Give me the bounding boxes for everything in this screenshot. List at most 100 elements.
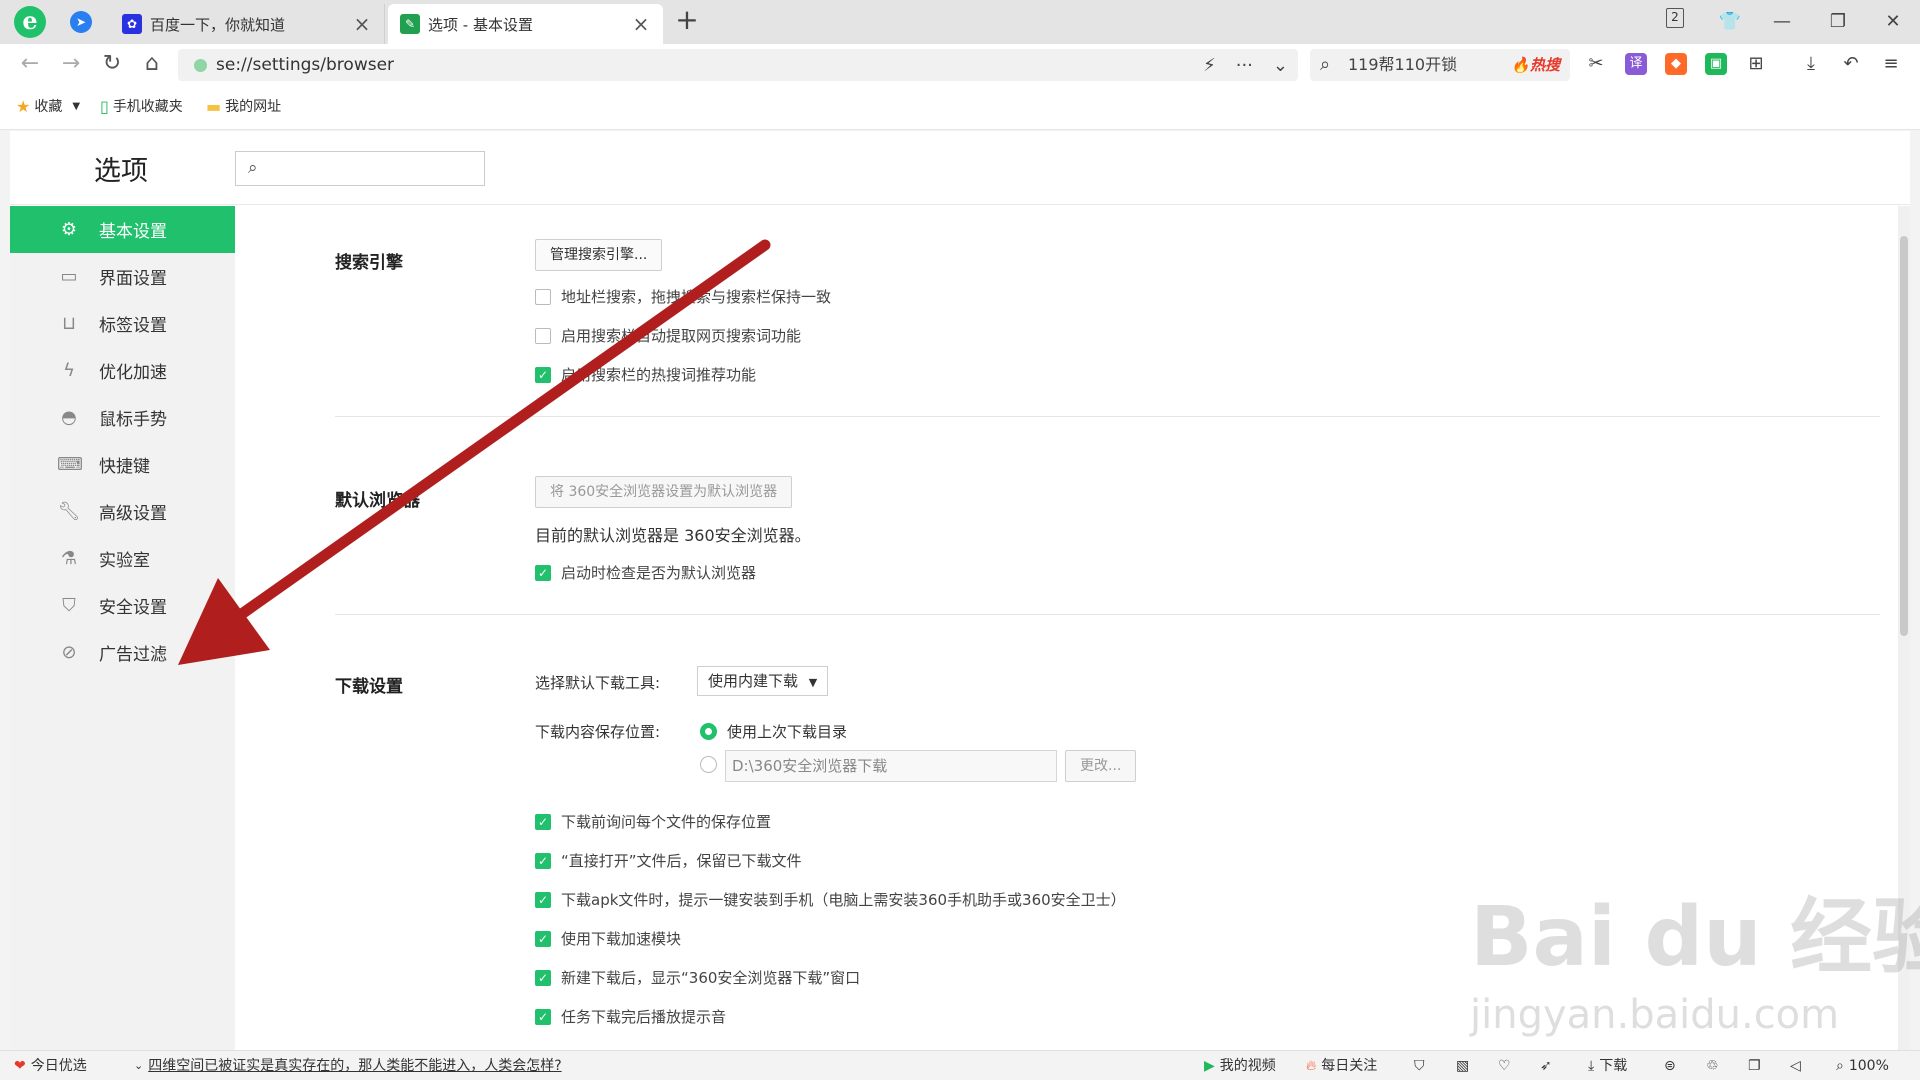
scissors-icon[interactable]: ✂ (1585, 53, 1607, 75)
checkbox-keep-file[interactable]: ✓ “直接打开”文件后，保留已下载文件 (535, 850, 802, 871)
sidebar-item-security[interactable]: ⛉ 安全设置 (10, 582, 235, 629)
checkbox-label: 使用下载加速模块 (561, 930, 682, 948)
checkbox-box[interactable] (535, 288, 551, 305)
sidebar-item-optimize[interactable]: ϟ 优化加速 (10, 347, 235, 394)
new-tab-button[interactable]: + (672, 6, 702, 36)
check-icon[interactable]: ✓ (535, 564, 551, 581)
health-icon[interactable]: ♡ (1498, 1051, 1511, 1080)
tab-baidu[interactable]: ✿ 百度一下，你就知道 × (110, 4, 385, 44)
manage-search-engines-button[interactable]: 管理搜索引擎... (535, 239, 663, 271)
check-icon[interactable]: ✓ (535, 969, 551, 986)
sidebar-item-shortcuts[interactable]: ⌨ 快捷键 (10, 441, 235, 488)
change-path-button[interactable]: 更改... (1065, 750, 1137, 782)
sidebar-item-basic[interactable]: ⚙ 基本设置 (10, 206, 235, 253)
today-picks[interactable]: ❤ 今日优选 (14, 1051, 87, 1080)
hot-search-badge[interactable]: 🔥热搜 (1511, 49, 1560, 81)
volume-icon[interactable]: ◁ (1790, 1051, 1801, 1080)
search-box[interactable]: ⌕ 119帮110开锁 🔥热搜 (1310, 49, 1570, 81)
address-bar[interactable]: se://settings/browser ⚡ ··· ⌄ (178, 49, 1298, 81)
browser-logo-icon[interactable]: e (14, 6, 46, 38)
undo-icon[interactable]: ↶ (1840, 53, 1862, 75)
reader-icon[interactable]: ▣ (1705, 53, 1727, 75)
close-icon[interactable]: × (352, 12, 372, 36)
zoom-control[interactable]: ⌕ 100% (1836, 1051, 1889, 1080)
checkbox-auto-extract[interactable]: 启用搜索栏自动提取网页搜索词功能 (535, 325, 801, 346)
sidebar-item-advanced[interactable]: 🔧︎ 高级设置 (10, 488, 235, 535)
sidebar-item-label: 广告过滤 (99, 645, 167, 665)
tab-count-icon[interactable]: 2 (1666, 8, 1684, 28)
checkbox-apk-install[interactable]: ✓ 下载apk文件时，提示一键安装到手机（电脑上需安装360手机助手或360安全… (535, 889, 1126, 910)
check-icon[interactable]: ✓ (535, 1008, 551, 1025)
search-input[interactable]: 119帮110开锁 (1348, 49, 1457, 81)
bookmark-favorites[interactable]: ★ 收藏 ▼ (16, 84, 80, 130)
refresh-button[interactable]: ↻ (96, 48, 128, 80)
more-icon[interactable]: ··· (1236, 55, 1253, 76)
sidebar-item-tabs[interactable]: ⊔ 标签设置 (10, 300, 235, 347)
checkbox-play-sound[interactable]: ✓ 任务下载完后播放提示音 (535, 1006, 726, 1027)
checkbox-accelerate[interactable]: ✓ 使用下载加速模块 (535, 928, 681, 949)
search-icon: ⌕ (248, 158, 258, 178)
tab-settings[interactable]: ✎ 选项 - 基本设置 × (388, 4, 663, 44)
sidebar-item-lab[interactable]: ⚗ 实验室 (10, 535, 235, 582)
forward-button[interactable]: → (55, 48, 87, 80)
minimize-button[interactable]: — (1764, 6, 1800, 38)
check-icon[interactable]: ✓ (535, 891, 551, 908)
block-icon: ⊘ (61, 642, 77, 663)
scrollbar-thumb[interactable] (1900, 236, 1908, 636)
apps-grid-icon[interactable]: ⊞ (1745, 53, 1767, 75)
daily-follow[interactable]: 🔥︎ 每日关注 (1306, 1051, 1377, 1080)
cleanup-icon[interactable]: ♲ (1706, 1051, 1719, 1080)
bookmark-mobile[interactable]: ▯ 手机收藏夹 (100, 84, 183, 130)
sidebar-item-interface[interactable]: ▭ 界面设置 (10, 253, 235, 300)
checkbox-box[interactable] (535, 327, 551, 344)
image-icon[interactable]: ▧ (1456, 1051, 1469, 1080)
lightning-icon[interactable]: ⚡ (1203, 55, 1216, 76)
gear-icon: ⚙ (60, 219, 78, 240)
close-icon[interactable]: × (631, 12, 651, 36)
restore-button[interactable]: ❐ (1820, 6, 1856, 38)
check-icon[interactable]: ✓ (535, 366, 551, 383)
bookmark-my-sites[interactable]: ▬ 我的网址 (206, 84, 281, 130)
checkbox-sync-search[interactable]: 地址栏搜索，拖拽搜索与搜索栏保持一致 (535, 286, 831, 307)
downloads-status[interactable]: ⤓ 下载 (1588, 1051, 1627, 1080)
checkbox-hot-search[interactable]: ✓ 启用搜索栏的热搜词推荐功能 (535, 364, 756, 385)
pinned-tab-icon[interactable]: ➤ (70, 11, 92, 33)
back-button[interactable]: ← (14, 48, 46, 80)
translate-icon[interactable]: 译 (1625, 53, 1647, 75)
fire-icon: 🔥︎ (1306, 1058, 1317, 1074)
sidebar-item-mouse[interactable]: ◓ 鼠标手势 (10, 394, 235, 441)
radio-custom-directory[interactable] (700, 756, 727, 773)
shield-status-icon[interactable]: ⛉ (1414, 1051, 1425, 1080)
chevron-down-icon[interactable]: ⌄ (1273, 55, 1288, 76)
radio-dot[interactable] (700, 723, 717, 740)
home-button[interactable]: ⌂ (136, 48, 168, 80)
game-icon[interactable]: ◆ (1665, 53, 1687, 75)
window-icon[interactable]: ❐ (1748, 1051, 1761, 1080)
check-icon[interactable]: ✓ (535, 813, 551, 830)
download-path-input[interactable]: D:\360安全浏览器下载 (725, 750, 1057, 782)
rocket-icon[interactable]: ➶ (1540, 1051, 1552, 1080)
dropdown-arrow-icon[interactable]: ▼ (72, 84, 80, 130)
address-url[interactable]: se://settings/browser (216, 49, 394, 81)
settings-search-input[interactable]: ⌕ (235, 151, 485, 186)
download-tool-select[interactable]: 使用内建下载 ▼ (697, 666, 829, 696)
keyboard-icon: ⌨ (57, 454, 83, 475)
checkbox-check-default[interactable]: ✓ 启动时检查是否为默认浏览器 (535, 562, 756, 583)
my-videos[interactable]: ▶ 我的视频 (1204, 1051, 1276, 1080)
check-icon[interactable]: ✓ (535, 852, 551, 869)
checkbox-show-window[interactable]: ✓ 新建下载后，显示“360安全浏览器下载”窗口 (535, 967, 860, 988)
incognito-icon[interactable]: ⊜ (1664, 1051, 1676, 1080)
news-link[interactable]: 四维空间已被证实是真实存在的，那人类能不能进入，人类会怎样? (148, 1051, 561, 1080)
skin-shirt-icon[interactable]: 👕 (1712, 6, 1748, 38)
set-default-browser-button[interactable]: 将 360安全浏览器设置为默认浏览器 (535, 476, 793, 508)
checkbox-label: 下载前询问每个文件的保存位置 (561, 813, 772, 831)
news-ticker[interactable]: ⌄ 四维空间已被证实是真实存在的，那人类能不能进入，人类会怎样? (134, 1051, 562, 1080)
radio-last-directory[interactable]: 使用上次下载目录 (700, 721, 847, 742)
check-icon[interactable]: ✓ (535, 930, 551, 947)
sidebar-item-adblock[interactable]: ⊘ 广告过滤 (10, 629, 235, 676)
radio-dot[interactable] (700, 756, 717, 773)
menu-icon[interactable]: ≡ (1880, 53, 1902, 75)
download-icon[interactable]: ⤓ (1800, 53, 1822, 75)
checkbox-ask-location[interactable]: ✓ 下载前询问每个文件的保存位置 (535, 811, 771, 832)
close-window-button[interactable]: ✕ (1875, 6, 1911, 38)
